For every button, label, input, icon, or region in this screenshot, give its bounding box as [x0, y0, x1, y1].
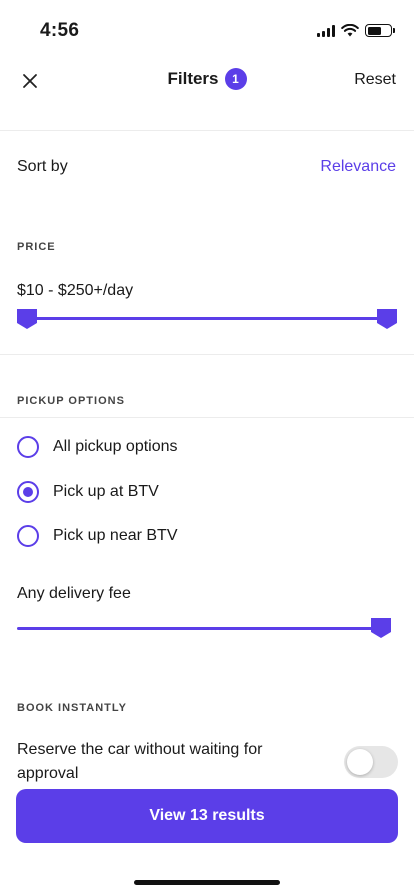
status-icons	[317, 24, 395, 37]
price-range-text: $10 - $250+/day	[17, 282, 134, 299]
sort-row[interactable]: Sort by Relevance	[0, 150, 414, 184]
divider	[0, 417, 414, 418]
book-instantly-description: Reserve the car without waiting for appr…	[17, 741, 263, 782]
cellular-signal-icon	[317, 24, 335, 37]
price-section-title: PRICE	[17, 241, 56, 253]
title-group: Filters 1	[0, 68, 414, 90]
book-instantly-toggle[interactable]	[344, 746, 398, 778]
view-results-button[interactable]: View 13 results	[16, 789, 398, 843]
radio-selected-dot	[23, 487, 33, 497]
delivery-fee-slider-track	[17, 627, 382, 630]
price-slider-track	[27, 317, 387, 320]
delivery-fee-handle[interactable]	[370, 617, 392, 639]
sort-label: Sort by	[17, 158, 68, 175]
sort-value[interactable]: Relevance	[320, 158, 396, 176]
pickup-option-label: Pick up at BTV	[53, 483, 159, 500]
radio-button-selected[interactable]	[17, 481, 39, 503]
pickup-option-label: Pick up near BTV	[53, 527, 178, 544]
price-min-handle[interactable]	[16, 308, 38, 330]
slider-handle-icon	[377, 309, 397, 329]
book-instantly-section-title: BOOK INSTANTLY	[17, 702, 127, 714]
slider-handle-icon	[17, 309, 37, 329]
pickup-option-near-btv[interactable]: Pick up near BTV	[17, 520, 397, 552]
wifi-icon	[341, 24, 359, 37]
price-max-handle[interactable]	[376, 308, 398, 330]
pickup-option-label: All pickup options	[53, 438, 178, 455]
nav-bar: Filters 1 Reset	[0, 58, 414, 104]
status-bar: 4:56	[0, 0, 414, 60]
home-indicator	[134, 880, 280, 885]
toggle-knob	[347, 749, 373, 775]
pickup-option-at-btv[interactable]: Pick up at BTV	[17, 476, 397, 508]
radio-button[interactable]	[17, 525, 39, 547]
delivery-fee-label: Any delivery fee	[17, 585, 131, 602]
pickup-section-title: PICKUP OPTIONS	[17, 395, 125, 407]
battery-icon	[365, 24, 395, 37]
active-filter-count-badge: 1	[224, 68, 247, 90]
divider	[0, 130, 414, 131]
page-title: Filters	[167, 69, 219, 88]
divider	[0, 354, 414, 355]
slider-handle-icon	[371, 618, 391, 638]
radio-button[interactable]	[17, 436, 39, 458]
reset-button[interactable]: Reset	[354, 71, 396, 89]
status-time: 4:56	[40, 20, 80, 41]
pickup-option-all[interactable]: All pickup options	[17, 431, 397, 463]
